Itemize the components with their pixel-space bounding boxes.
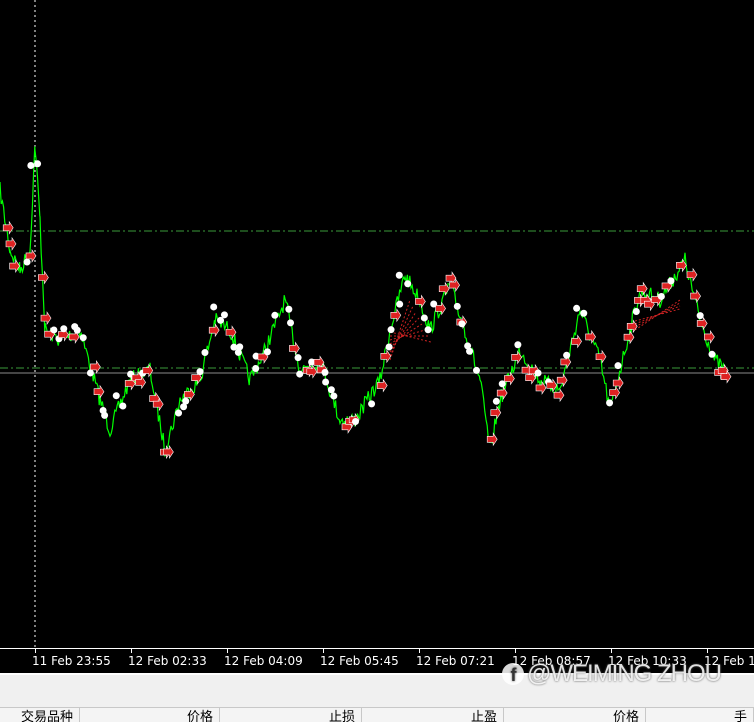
buy-marker	[27, 161, 35, 169]
x-tick-label: 12 Feb 04:09	[224, 654, 303, 668]
buy-marker	[580, 309, 588, 317]
x-tick	[611, 649, 612, 653]
buy-marker	[34, 160, 42, 168]
watermark-text: @WEIMING ZHOU	[527, 660, 722, 687]
buy-marker	[368, 400, 376, 408]
buy-marker	[236, 343, 244, 351]
sell-arrow-marker	[289, 341, 300, 356]
buy-marker	[322, 378, 330, 386]
buy-marker	[220, 311, 228, 319]
sell-arrow-marker	[38, 270, 49, 285]
buy-marker	[606, 399, 614, 407]
sell-arrow-marker	[609, 385, 620, 400]
buy-marker	[404, 280, 412, 288]
buy-marker	[424, 326, 432, 334]
buy-marker	[573, 304, 581, 312]
buy-marker	[614, 362, 622, 370]
buy-marker	[466, 347, 474, 355]
x-tick-label: 12 Feb 02:33	[128, 654, 207, 668]
buy-marker	[119, 402, 127, 410]
buy-marker	[271, 311, 279, 319]
buy-marker	[73, 326, 81, 334]
buy-marker	[196, 368, 204, 376]
buy-marker	[23, 258, 31, 266]
sell-arrow-marker	[40, 311, 52, 326]
sell-arrow-marker	[390, 308, 402, 323]
sell-arrow-marker	[380, 349, 392, 364]
buy-marker	[79, 334, 87, 342]
buy-marker	[387, 326, 395, 334]
buy-marker	[330, 392, 338, 400]
buy-marker	[563, 351, 571, 359]
x-tick	[131, 649, 132, 653]
buy-marker	[252, 364, 260, 372]
x-tick-label: 12 Feb 07:21	[416, 654, 495, 668]
buy-marker	[708, 350, 716, 358]
col-price[interactable]: 价格	[80, 708, 220, 722]
buy-marker	[453, 302, 461, 310]
x-tick	[707, 649, 708, 653]
buy-marker	[112, 392, 120, 400]
buy-marker	[657, 292, 665, 300]
buy-marker	[101, 411, 109, 419]
buy-marker	[86, 369, 94, 377]
buy-marker	[667, 277, 675, 285]
buy-marker	[514, 341, 522, 349]
buy-marker	[287, 319, 295, 327]
buy-marker	[210, 303, 218, 311]
buy-marker	[50, 326, 58, 334]
buy-marker	[263, 348, 271, 356]
buy-marker	[321, 368, 329, 376]
buy-marker	[534, 369, 542, 377]
x-tick	[227, 649, 228, 653]
trade-link-line	[634, 305, 681, 325]
buy-marker	[696, 312, 704, 320]
price-line	[0, 146, 726, 458]
x-tick	[515, 649, 516, 653]
buy-marker	[492, 397, 500, 405]
sell-arrow-marker	[585, 329, 596, 344]
chart-canvas	[0, 0, 754, 648]
x-tick	[323, 649, 324, 653]
buy-marker	[396, 300, 404, 308]
buy-marker	[296, 370, 304, 378]
buy-marker	[294, 354, 302, 362]
buy-marker	[632, 308, 640, 316]
buy-marker	[182, 397, 190, 405]
sell-arrow-marker	[623, 330, 635, 345]
x-tick	[35, 649, 36, 653]
col-price-2[interactable]: 价格	[504, 708, 646, 722]
buy-marker	[285, 305, 293, 313]
buy-marker	[201, 349, 209, 357]
trade-link-line	[389, 329, 426, 341]
watermark: f @WEIMING ZHOU	[502, 660, 722, 688]
col-stop-loss[interactable]: 止损	[220, 708, 362, 722]
price-chart[interactable]	[0, 0, 754, 648]
buy-marker	[327, 386, 335, 394]
buy-marker	[420, 314, 428, 322]
col-take-profit[interactable]: 止盈	[362, 708, 504, 722]
facebook-icon: f	[502, 663, 524, 685]
buy-marker	[351, 417, 359, 425]
col-symbol[interactable]: 交易品种	[0, 708, 80, 722]
x-tick-label: 11 Feb 23:55	[32, 654, 111, 668]
col-lots[interactable]: 手	[646, 708, 754, 722]
buy-marker	[60, 325, 68, 333]
buy-marker	[395, 271, 403, 279]
buy-marker	[473, 366, 481, 374]
buy-marker	[175, 409, 183, 417]
x-tick-label: 12 Feb 05:45	[320, 654, 399, 668]
table-header: 交易品种 价格 止损 止盈 价格 手	[0, 707, 754, 722]
buy-marker	[385, 343, 393, 351]
x-tick	[419, 649, 420, 653]
buy-marker	[458, 320, 466, 328]
